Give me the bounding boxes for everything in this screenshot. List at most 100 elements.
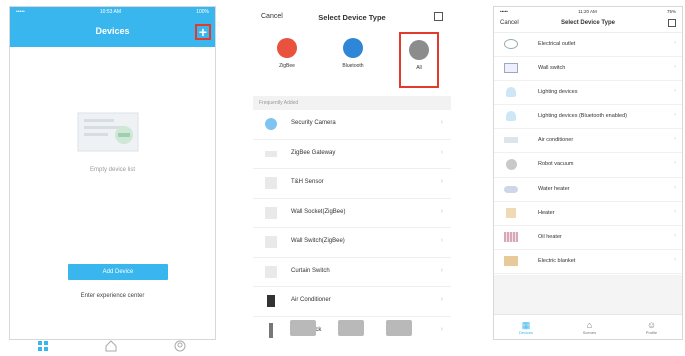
zigbee-icon xyxy=(277,38,297,58)
float-button-2[interactable] xyxy=(338,320,364,336)
list-item-label: Oil heater xyxy=(538,233,562,240)
list-item[interactable]: Lighting devices › xyxy=(494,81,682,106)
home-icon[interactable] xyxy=(105,340,117,352)
outlet-icon xyxy=(504,39,518,49)
select-device-type-screen: Cancel Select Device Type ZigBee Bluetoo… xyxy=(253,6,451,338)
chevron-right-icon: › xyxy=(674,208,676,215)
float-button-3[interactable] xyxy=(386,320,412,336)
chevron-right-icon: › xyxy=(674,232,676,239)
home-icon: ⌂ xyxy=(586,319,593,330)
chevron-right-icon: › xyxy=(440,207,443,215)
list-item[interactable]: Security Camera › xyxy=(253,110,451,140)
bluetooth-icon xyxy=(343,38,363,58)
section-header: Frequently Added xyxy=(253,96,451,110)
list-item-label: Lighting devices (Bluetooth enabled) xyxy=(538,113,627,120)
devices-screen: ••••• 10:53 AM 100% Devices + Empty devi… xyxy=(9,6,216,340)
chevron-right-icon: › xyxy=(440,119,443,126)
list-item[interactable]: Air Conditioner › xyxy=(253,287,451,317)
socket-icon xyxy=(265,206,277,219)
signal-indicator: ••••• xyxy=(16,9,25,15)
list-item[interactable]: T&H Sensor › xyxy=(253,169,451,199)
nav-bar: Cancel Select Device Type xyxy=(253,6,451,28)
gateway-icon xyxy=(265,150,277,157)
list-item[interactable]: Wall Socket(ZigBee) › xyxy=(253,199,451,228)
chevron-right-icon: › xyxy=(674,64,676,71)
add-device-plus-button[interactable]: + xyxy=(195,24,211,40)
list-item[interactable]: Water heater › xyxy=(494,178,682,202)
profile-icon: ☺ xyxy=(646,319,657,330)
page-title: Devices xyxy=(95,26,130,36)
signal-indicator: ••••• xyxy=(500,9,508,14)
page-title: Select Device Type xyxy=(318,13,386,22)
all-devices-icon xyxy=(409,40,429,60)
heater-icon xyxy=(506,207,516,218)
list-item[interactable]: Robot vacuum › xyxy=(494,153,682,178)
bluetooth-bulb-icon xyxy=(506,111,516,122)
grid-icon[interactable] xyxy=(37,340,49,352)
air-conditioner-icon xyxy=(267,295,275,307)
list-item[interactable]: Heater › xyxy=(494,202,682,226)
list-item[interactable]: Air conditioner › xyxy=(494,129,682,154)
status-bar: ••••• 11:20 AM 75% xyxy=(494,7,682,16)
chevron-right-icon: › xyxy=(440,148,443,156)
list-item-label: Lighting devices xyxy=(538,89,578,96)
type-zigbee[interactable]: ZigBee xyxy=(267,38,307,69)
oil-heater-icon xyxy=(504,231,518,242)
tab-label: Devices xyxy=(518,329,534,335)
tab-profile[interactable]: ☺ Profile xyxy=(646,320,657,335)
battery-indicator: 75% xyxy=(666,9,676,14)
add-device-button[interactable]: Add Device xyxy=(68,264,168,280)
empty-list-illustration xyxy=(77,112,139,152)
nav-bar: Cancel Select Device Type xyxy=(494,16,682,33)
tab-devices[interactable]: ▦ Devices xyxy=(519,320,533,335)
experience-center-link[interactable]: Enter experience center xyxy=(10,293,215,299)
list-item-label: Wall switch xyxy=(538,65,566,72)
chevron-right-icon: › xyxy=(440,325,443,333)
chevron-right-icon: › xyxy=(674,160,676,167)
list-item[interactable]: Oil heater › xyxy=(494,226,682,250)
camera-icon xyxy=(265,118,277,130)
chevron-right-icon: › xyxy=(674,112,676,119)
status-bar: ••••• 10:53 AM 100% xyxy=(10,7,215,17)
type-bluetooth[interactable]: Bluetooth xyxy=(333,38,373,69)
profile-icon[interactable] xyxy=(174,340,186,352)
empty-area xyxy=(494,275,682,315)
list-item[interactable]: Electrical outlet › xyxy=(494,33,682,58)
type-all[interactable]: All xyxy=(399,32,439,88)
water-heater-icon xyxy=(504,185,518,193)
list-item-label: Curtain Switch xyxy=(291,267,330,274)
chevron-right-icon: › xyxy=(440,237,443,244)
scan-icon[interactable] xyxy=(434,12,443,21)
sensor-icon xyxy=(265,177,277,189)
battery-indicator: 100% xyxy=(196,9,209,15)
robot-vacuum-icon xyxy=(506,159,517,171)
chevron-right-icon: › xyxy=(674,256,676,263)
type-label: Bluetooth xyxy=(342,63,364,69)
list-item[interactable]: ZigBee Gateway › xyxy=(253,140,451,169)
float-button-1[interactable] xyxy=(290,320,316,336)
list-item-label: Security Camera xyxy=(291,120,336,126)
tab-label: Scenes xyxy=(582,329,597,335)
select-device-type-all-screen: ••••• 11:20 AM 75% Cancel Select Device … xyxy=(493,6,683,340)
chevron-right-icon: › xyxy=(440,266,443,274)
type-label: ZigBee xyxy=(279,63,295,69)
switch-icon xyxy=(265,236,277,248)
chevron-right-icon: › xyxy=(674,184,676,191)
list-item-label: Wall Socket(ZigBee) xyxy=(291,208,346,215)
scan-icon[interactable] xyxy=(668,19,676,27)
floating-controls xyxy=(290,320,412,336)
list-item[interactable]: Lighting devices (Bluetooth enabled) › xyxy=(494,105,682,130)
list-item-label: Electrical outlet xyxy=(538,41,576,47)
status-time: 11:20 AM xyxy=(578,9,597,14)
tab-scenes[interactable]: ⌂ Scenes xyxy=(583,320,596,335)
list-item[interactable]: Wall switch › xyxy=(494,57,682,82)
curtain-switch-icon xyxy=(265,265,277,278)
list-item[interactable]: Curtain Switch › xyxy=(253,258,451,287)
chevron-right-icon: › xyxy=(674,40,676,46)
list-item-label: Wall Switch(ZigBee) xyxy=(291,238,345,244)
list-item[interactable]: Electric blanket › xyxy=(494,250,682,274)
list-item[interactable]: Wall Switch(ZigBee) › xyxy=(253,228,451,258)
tab-bar: ▦ Devices ⌂ Scenes ☺ Profile xyxy=(494,314,682,339)
chevron-right-icon: › xyxy=(674,88,676,95)
chevron-right-icon: › xyxy=(674,136,676,143)
